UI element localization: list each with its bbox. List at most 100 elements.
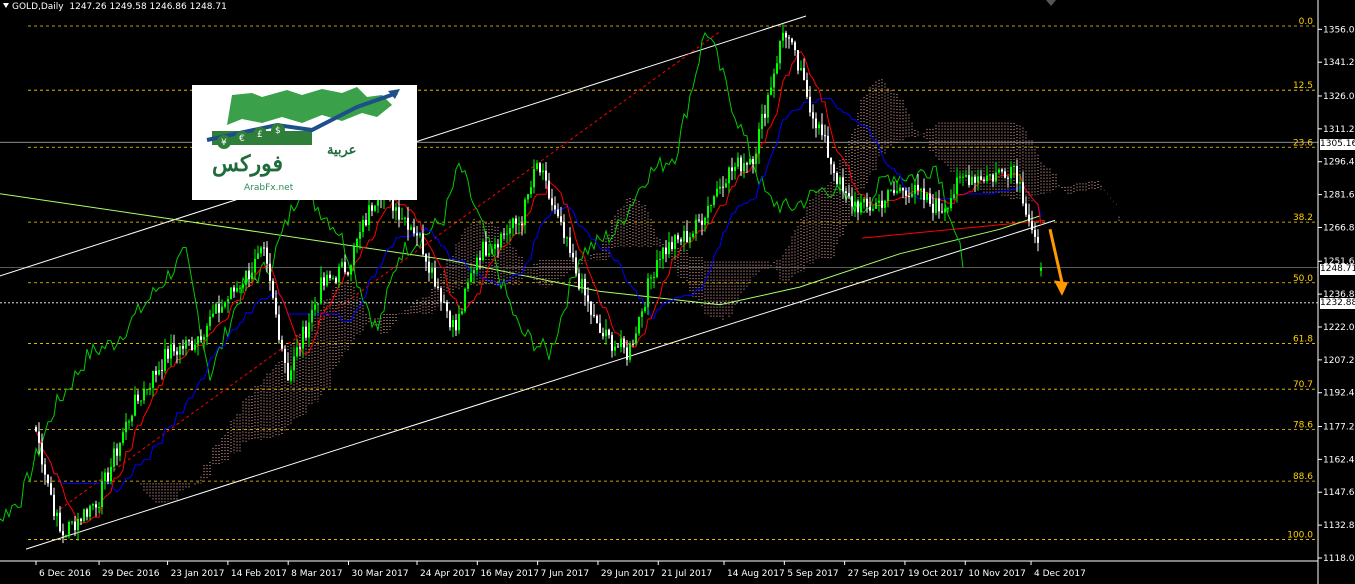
candle-body bbox=[158, 370, 160, 375]
candle-body bbox=[887, 190, 889, 201]
candle-body bbox=[527, 194, 529, 200]
candle-body bbox=[860, 202, 862, 213]
candle-body bbox=[470, 273, 472, 283]
candle-body bbox=[62, 531, 64, 536]
candle-body bbox=[791, 38, 793, 43]
candle-body bbox=[692, 233, 694, 237]
candle-body bbox=[560, 216, 562, 223]
candle-body bbox=[74, 521, 76, 531]
candle-body bbox=[95, 504, 97, 508]
candle-body bbox=[980, 176, 982, 180]
candle-body bbox=[371, 205, 373, 211]
fib-level-label: 70.7 bbox=[1293, 380, 1313, 390]
candle-body bbox=[203, 336, 205, 340]
collapse-triangle-icon[interactable] bbox=[3, 3, 9, 8]
candle-body bbox=[749, 158, 751, 165]
candle-body bbox=[509, 228, 511, 234]
candle-body bbox=[326, 274, 328, 286]
candle-body bbox=[506, 233, 508, 235]
candle-body bbox=[857, 201, 859, 213]
candle-body bbox=[617, 346, 619, 348]
candle-body bbox=[1019, 182, 1021, 184]
candle-body bbox=[959, 176, 961, 178]
candle-body bbox=[800, 68, 802, 71]
candle-body bbox=[83, 509, 85, 522]
candle-body bbox=[533, 168, 535, 188]
candle-body bbox=[788, 37, 790, 39]
candle-body bbox=[227, 299, 229, 302]
candle-body bbox=[257, 253, 259, 259]
candle-body bbox=[209, 316, 211, 326]
candle-body bbox=[179, 345, 181, 355]
candle-body bbox=[761, 113, 763, 129]
candle-body bbox=[419, 233, 421, 236]
candle-body bbox=[746, 163, 748, 165]
candle-body bbox=[401, 218, 403, 220]
candle-body bbox=[245, 270, 247, 285]
candle-body bbox=[683, 231, 685, 242]
candle-body bbox=[572, 252, 574, 258]
candle-body bbox=[728, 167, 730, 184]
candle-body bbox=[515, 218, 517, 224]
candle-body bbox=[446, 302, 448, 312]
candle-body bbox=[953, 194, 955, 199]
candle-body bbox=[107, 472, 109, 482]
candle-body bbox=[161, 370, 163, 372]
candle-body bbox=[638, 316, 640, 334]
x-tick-label: 19 Oct 2017 bbox=[908, 569, 964, 579]
x-tick-label: 10 Nov 2017 bbox=[968, 569, 1026, 579]
candle-body bbox=[926, 193, 928, 200]
candle-body bbox=[983, 179, 985, 182]
candle-body bbox=[605, 329, 607, 337]
candle-body bbox=[152, 370, 154, 388]
candle-body bbox=[215, 303, 217, 314]
y-tick-label: 1162.40 bbox=[1323, 455, 1355, 465]
candle-body bbox=[590, 301, 592, 315]
candle-body bbox=[404, 217, 406, 219]
candle-body bbox=[395, 207, 397, 211]
x-tick-label: 4 Dec 2017 bbox=[1034, 569, 1086, 579]
candle-body bbox=[485, 241, 487, 256]
y-tick-label: 1132.80 bbox=[1323, 521, 1355, 531]
candle-body bbox=[686, 231, 688, 243]
candle-body bbox=[821, 124, 823, 136]
y-tick-label: 1266.80 bbox=[1323, 223, 1355, 233]
candle-body bbox=[890, 190, 892, 192]
candle-body bbox=[842, 177, 844, 192]
x-tick-label: 27 Sep 2017 bbox=[848, 569, 905, 579]
candle-body bbox=[530, 187, 532, 195]
candle-body bbox=[620, 338, 622, 347]
candle-body bbox=[275, 297, 277, 315]
candle-body bbox=[362, 219, 364, 232]
candle-body bbox=[341, 262, 343, 267]
candle-body bbox=[236, 287, 238, 292]
y-tick-label: 1118.00 bbox=[1323, 554, 1355, 564]
fib-level-label: 100.0 bbox=[1287, 531, 1313, 541]
candle-body bbox=[467, 282, 469, 289]
candle-body bbox=[101, 481, 103, 508]
candle-body bbox=[536, 163, 538, 169]
candle-body bbox=[329, 274, 331, 279]
candle-body bbox=[878, 200, 880, 203]
candle-body bbox=[722, 186, 724, 188]
candle-body bbox=[512, 218, 514, 229]
currency-symbol: € bbox=[239, 134, 245, 144]
candle-body bbox=[269, 263, 271, 281]
candle-body bbox=[125, 421, 127, 433]
candle-body bbox=[707, 205, 709, 218]
candle-body bbox=[539, 163, 541, 173]
candle-body bbox=[56, 512, 58, 516]
x-tick-label: 6 Dec 2016 bbox=[39, 569, 91, 579]
candle-body bbox=[899, 187, 901, 192]
candle-body bbox=[830, 157, 832, 165]
candle-body bbox=[767, 94, 769, 118]
candle-body bbox=[554, 205, 556, 210]
candle-body bbox=[923, 188, 925, 200]
candle-body bbox=[737, 157, 739, 167]
chart-shift-marker[interactable] bbox=[1046, 0, 1056, 6]
candle-body bbox=[905, 190, 907, 196]
candle-body bbox=[368, 205, 370, 226]
candle-body bbox=[1028, 214, 1030, 222]
candle-body bbox=[116, 448, 118, 456]
candle-body bbox=[911, 193, 913, 197]
